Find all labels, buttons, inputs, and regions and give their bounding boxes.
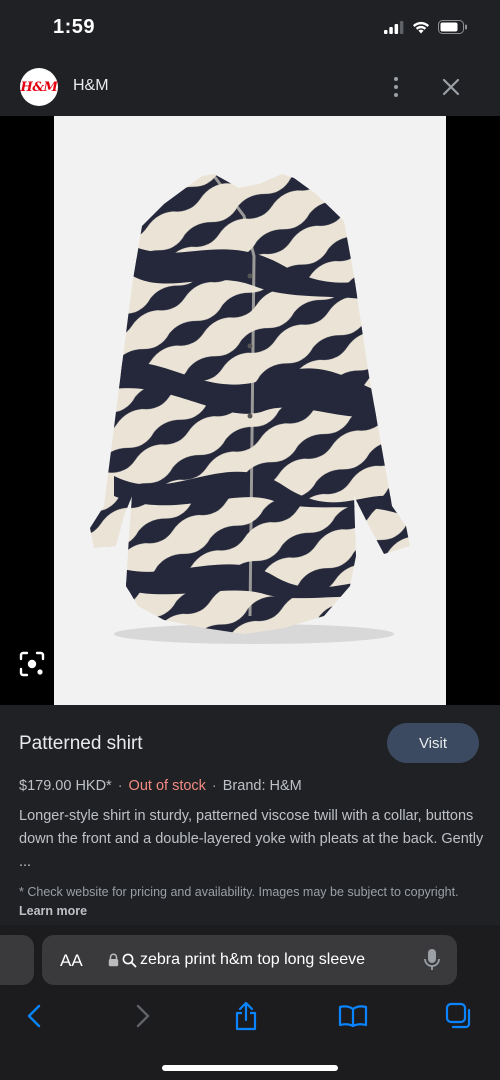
learn-more-link[interactable]: Learn more [19, 904, 87, 918]
browser-toolbar [0, 999, 500, 1033]
result-header: H&M H&M [0, 58, 500, 116]
stock-status: Out of stock [128, 778, 206, 794]
search-icon [122, 953, 137, 967]
disclaimer-text: * Check website for pricing and availabi… [19, 885, 459, 899]
address-text[interactable]: zebra print h&m top long sleeve [108, 951, 365, 969]
zebra-shirt-illustration [54, 116, 446, 705]
tabs-icon[interactable] [442, 999, 476, 1033]
reader-aa-button[interactable]: AA [60, 951, 83, 971]
brand-logo-text: H&M [20, 79, 58, 95]
product-image[interactable] [54, 116, 446, 705]
lock-icon [108, 953, 119, 967]
status-icons [384, 20, 468, 34]
bookmarks-icon[interactable] [336, 999, 370, 1033]
more-vert-icon[interactable] [384, 72, 408, 102]
lens-icon[interactable] [18, 650, 46, 678]
product-description: Longer-style shirt in sturdy, patterned … [19, 808, 484, 870]
product-brand: Brand: H&M [222, 778, 302, 794]
previous-tab-preview[interactable] [0, 935, 34, 985]
meta-separator: · [211, 778, 217, 794]
signal-icon [384, 20, 404, 34]
share-icon[interactable] [229, 999, 263, 1033]
address-bar[interactable]: AA zebra print h&m top long sleeve [42, 935, 457, 985]
close-icon[interactable] [438, 74, 464, 100]
wifi-icon [413, 21, 429, 33]
status-time: 1:59 [53, 16, 96, 38]
mic-icon[interactable] [423, 948, 441, 972]
browser-bottom-bar: AA zebra print h&m top long sleeve [0, 925, 500, 1080]
brand-logo[interactable]: H&M [20, 68, 58, 106]
visit-button[interactable]: Visit [387, 723, 479, 763]
product-meta: $179.00 HKD* · Out of stock · Brand: H&M [19, 778, 302, 794]
status-bar: 1:59 [0, 0, 500, 58]
site-name[interactable]: H&M [73, 77, 109, 95]
home-indicator[interactable] [162, 1065, 338, 1071]
product-price: $179.00 HKD* [19, 778, 112, 794]
forward-icon[interactable] [126, 999, 160, 1033]
image-area [0, 116, 500, 705]
address-query: zebra print h&m top long sleeve [140, 951, 366, 968]
product-title: Patterned shirt [19, 733, 143, 754]
meta-separator: · [117, 778, 123, 794]
back-icon[interactable] [17, 999, 51, 1033]
battery-icon [438, 20, 467, 34]
disclaimer-note: * Check website for pricing and availabi… [19, 883, 489, 921]
